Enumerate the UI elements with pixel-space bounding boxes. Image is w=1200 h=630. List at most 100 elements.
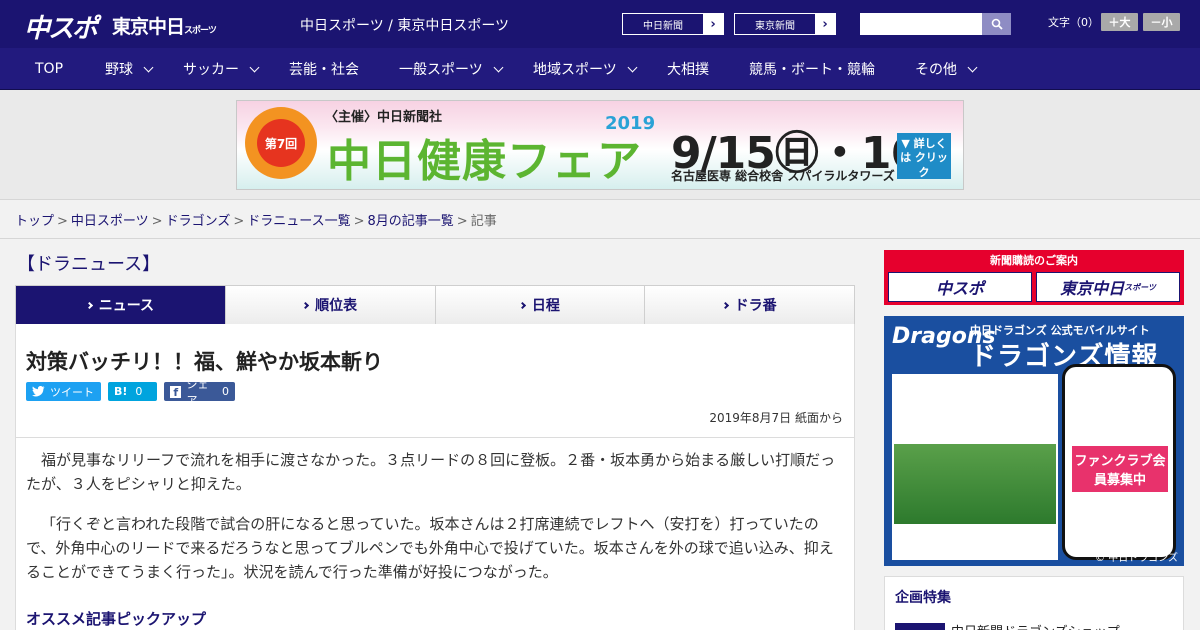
tokyo-chunichi-logo-small: スポーツ — [184, 26, 217, 36]
nav-item-label: その他 — [915, 62, 957, 78]
facebook-icon: f — [170, 385, 182, 399]
chevron-down-icon — [249, 62, 260, 72]
nav-item-general-sports[interactable]: 一般スポーツ — [399, 48, 504, 90]
subscription-tokyo-logo-small: スポーツ — [1124, 282, 1156, 292]
banner-click-button[interactable]: ▼ 詳しくは クリック — [897, 133, 951, 179]
tab-news[interactable]: ニュース — [16, 286, 225, 332]
banner-sponsor: 〈主催〉中日新聞社 — [325, 110, 443, 125]
hatena-bookmark-button[interactable]: B! 0 — [108, 382, 157, 401]
chevron-right-icon: › — [703, 14, 723, 34]
feature-item-link[interactable]: 中日新聞ドラゴンズショップ — [951, 621, 1120, 630]
nav-item-entertainment[interactable]: 芸能・社会 — [289, 48, 359, 90]
breadcrumb-link-top[interactable]: トップ — [15, 214, 54, 229]
tab-schedule[interactable]: 日程 — [434, 286, 645, 324]
nav-item-other[interactable]: その他 — [915, 48, 978, 90]
nav-item-sumo[interactable]: 大相撲 — [667, 48, 709, 90]
search-button[interactable] — [982, 13, 1011, 35]
tweet-button[interactable]: ツイート — [26, 382, 101, 401]
tab-label: 順位表 — [315, 298, 358, 314]
facebook-share-label: シェア — [186, 377, 209, 407]
ad-field-image — [894, 444, 1056, 524]
chevron-down-icon — [143, 62, 154, 72]
font-size-label: 文字（0） — [1048, 16, 1099, 29]
breadcrumb-separator: > — [151, 214, 163, 229]
nav-item-keiba[interactable]: 競馬・ボート・競輪 — [749, 48, 875, 90]
nav-item-soccer[interactable]: サッカー — [183, 48, 260, 90]
section-title: 【ドラニュース】 — [17, 254, 161, 275]
article-paragraph: 「行くぞと言われた段階で試合の肝になると思っていた。坂本さんは２打席連続でレフト… — [26, 515, 834, 581]
site-name-link[interactable]: 中日スポーツ / 東京中日スポーツ — [300, 15, 509, 35]
nav-item-label: 一般スポーツ — [399, 62, 483, 78]
tab-bar: ニュース 順位表 日程 ドラ番 — [15, 285, 855, 332]
subscription-ad[interactable]: 新聞購読のご案内 中スポ 東京中日 スポーツ — [884, 250, 1184, 305]
chevron-down-icon — [967, 62, 978, 72]
breadcrumb: トップ > 中日スポーツ > ドラゴンズ > ドラニュース一覧 >8月の記事一覧 > 記事 — [15, 210, 497, 229]
banner-title: 中日健康フェア — [327, 136, 642, 187]
divider — [16, 437, 854, 438]
chunichi-shimbun-label: 中日新聞 — [643, 20, 683, 32]
chevron-right-icon — [85, 301, 93, 309]
chevron-down-icon — [627, 62, 638, 72]
font-smaller-button[interactable]: －小 — [1143, 13, 1180, 31]
facebook-share-button[interactable]: f シェア 0 — [164, 378, 235, 407]
fanclub-badge: ファンクラブ会員募集中 — [1072, 446, 1168, 492]
font-larger-button[interactable]: ＋大 — [1101, 13, 1138, 31]
subscription-tokyo-logo: 東京中日 スポーツ — [1036, 272, 1180, 302]
dragons-mobile-ad[interactable]: Dragons 中日ドラゴンズ 公式モバイルサイト ドラゴンズ情報 ファンクラブ… — [884, 316, 1184, 566]
tokyo-shimbun-link[interactable]: 東京新聞 › — [734, 13, 836, 35]
breadcrumb-link-dranews[interactable]: ドラニュース一覧 — [247, 214, 350, 229]
tokyo-chunichi-logo[interactable]: 東京中日スポーツ — [112, 12, 217, 39]
hatena-count: 0 — [135, 385, 143, 398]
article: 対策バッチリ！！福、鮮やか坂本斬り ツイート B! 0 f シェア 0 2019… — [15, 324, 855, 630]
nav-item-label: 地域スポーツ — [533, 62, 617, 78]
breadcrumb-link-chuspo[interactable]: 中日スポーツ — [71, 214, 149, 229]
subscription-ad-title: 新聞購読のご案内 — [990, 254, 1078, 267]
breadcrumb-separator: > — [233, 214, 245, 229]
search-icon — [991, 18, 1003, 30]
article-headline: 対策バッチリ！！福、鮮やか坂本斬り — [26, 350, 383, 374]
tokyo-shimbun-label: 東京新聞 — [755, 20, 795, 32]
nav-item-top[interactable]: TOP — [35, 48, 63, 90]
chevron-right-icon — [721, 301, 729, 309]
nav-item-baseball[interactable]: 野球 — [105, 48, 154, 90]
breadcrumb-current: 記事 — [470, 214, 497, 229]
tab-standings[interactable]: 順位表 — [224, 286, 435, 324]
divider — [0, 238, 1200, 239]
feature-box: 企画特集 中日新聞ドラゴンズショップ — [884, 576, 1184, 630]
hatena-icon: B! — [114, 385, 128, 398]
breadcrumb-link-dragons[interactable]: ドラゴンズ — [166, 214, 231, 229]
facebook-share-count: 0 — [222, 385, 229, 398]
chevron-right-icon: › — [815, 14, 835, 34]
feature-heading: 企画特集 — [895, 590, 951, 606]
breadcrumb-link-august[interactable]: 8月の記事一覧 — [368, 214, 454, 229]
feature-thumbnail — [895, 623, 945, 630]
tab-label: ドラ番 — [734, 298, 777, 314]
search-form — [860, 13, 1011, 35]
chunichi-shimbun-link[interactable]: 中日新聞 › — [622, 13, 724, 35]
nav-item-label: TOP — [35, 61, 64, 77]
nav-item-label: 大相撲 — [667, 62, 709, 78]
chevron-right-icon — [302, 301, 310, 309]
breadcrumb-separator: > — [57, 214, 68, 229]
tweet-label: ツイート — [50, 385, 94, 399]
article-dateline: 2019年8月7日 紙面から — [709, 411, 843, 425]
banner-place: 名古屋医専 総合校舎 スパイラルタワーズ — [671, 169, 895, 183]
search-input[interactable] — [860, 13, 982, 35]
subscription-tokyo-logo-text: 東京中日 — [1060, 279, 1125, 298]
banner-year: 2019 — [605, 113, 656, 134]
nav-item-label: サッカー — [183, 62, 239, 78]
chuspo-logo[interactable]: 中スポ — [24, 8, 98, 45]
twitter-icon — [32, 386, 45, 397]
banner-area: 第7回 〈主催〉中日新聞社 中日健康フェア 2019 9/15㊐・16㊗ 名古屋… — [0, 90, 1200, 200]
tab-doraban[interactable]: ドラ番 — [644, 286, 854, 324]
article-paragraph: 福が見事なリリーフで流れを相手に渡さなかった。３点リードの８回に登板。２番・坂本… — [26, 451, 836, 493]
chevron-down-icon — [493, 62, 504, 72]
edition-badge: 第7回 — [257, 119, 305, 167]
tab-label: ニュース — [98, 298, 155, 314]
chevron-right-icon — [518, 301, 526, 309]
flower-badge: 第7回 — [245, 107, 317, 179]
health-fair-banner[interactable]: 第7回 〈主催〉中日新聞社 中日健康フェア 2019 9/15㊐・16㊗ 名古屋… — [236, 100, 964, 190]
nav-item-local-sports[interactable]: 地域スポーツ — [533, 48, 638, 90]
recommend-heading: オススメ記事ピックアップ — [26, 610, 207, 628]
site-header: 中スポ 東京中日スポーツ 中日スポーツ / 東京中日スポーツ 中日新聞 › 東京… — [0, 0, 1200, 48]
